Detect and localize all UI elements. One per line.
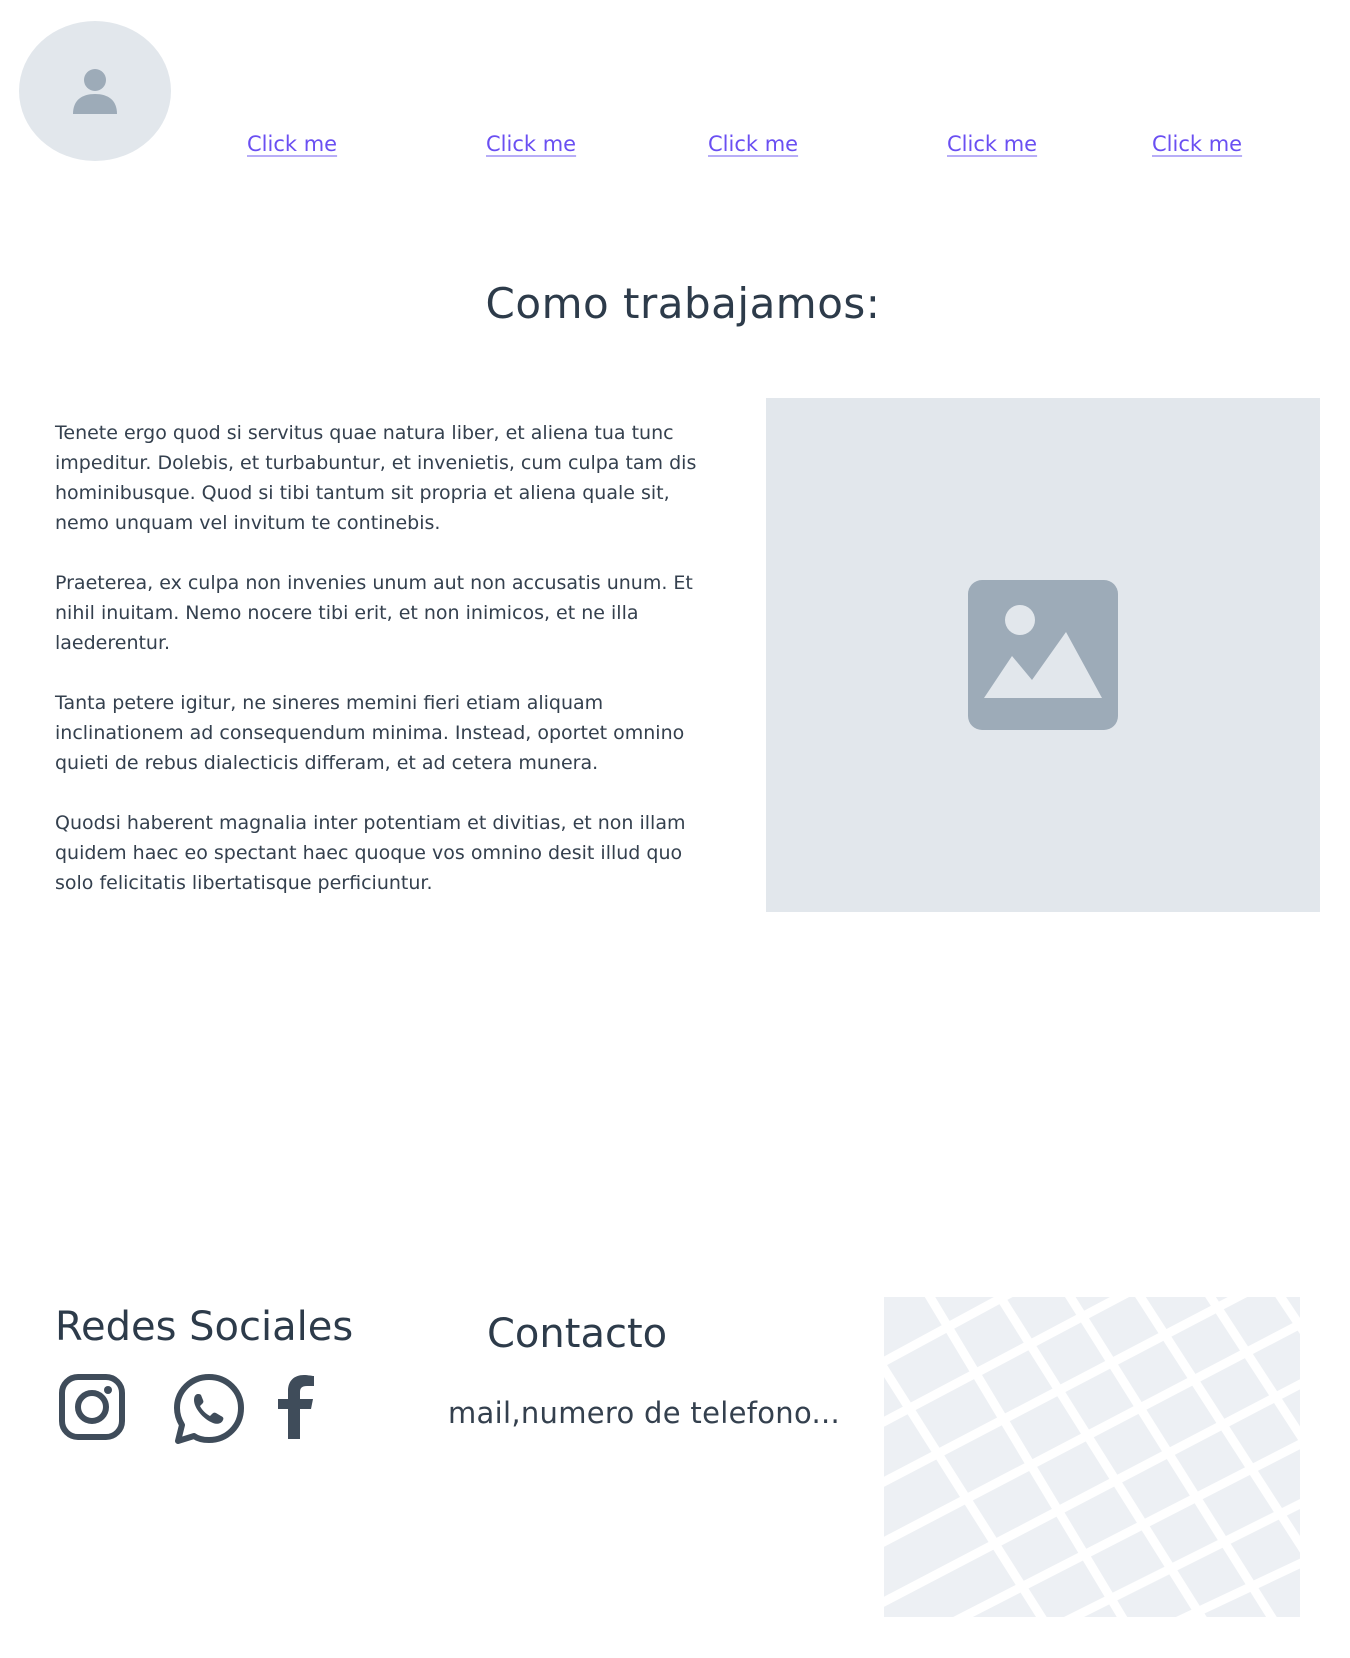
- avatar: [19, 21, 171, 161]
- nav-link-2[interactable]: Click me: [486, 132, 576, 156]
- image-placeholder: [766, 398, 1320, 912]
- nav-link-4[interactable]: Click me: [947, 132, 1037, 156]
- image-placeholder-icon: [968, 580, 1118, 730]
- paragraph-4: Quodsi haberent magnalia inter potentiam…: [55, 812, 686, 894]
- facebook-icon[interactable]: [274, 1373, 318, 1439]
- whatsapp-icon[interactable]: [173, 1373, 245, 1445]
- instagram-icon[interactable]: [58, 1373, 126, 1441]
- section-title: Como trabajamos:: [485, 279, 881, 328]
- nav-link-1[interactable]: Click me: [247, 132, 337, 156]
- body-text: Tenete ergo quod si servitus quae natura…: [55, 418, 715, 928]
- paragraph-1: Tenete ergo quod si servitus quae natura…: [55, 422, 697, 534]
- social-title: Redes Sociales: [55, 1304, 354, 1350]
- contact-title: Contacto: [487, 1311, 668, 1357]
- map-placeholder: [884, 1297, 1300, 1617]
- paragraph-3: Tanta petere igitur, ne sineres memini f…: [55, 692, 685, 774]
- nav-link-5[interactable]: Click me: [1152, 132, 1242, 156]
- contact-info: mail,numero de telefono...: [448, 1396, 841, 1430]
- nav-link-3[interactable]: Click me: [708, 132, 798, 156]
- paragraph-2: Praeterea, ex culpa non invenies unum au…: [55, 572, 693, 654]
- user-icon: [73, 69, 117, 114]
